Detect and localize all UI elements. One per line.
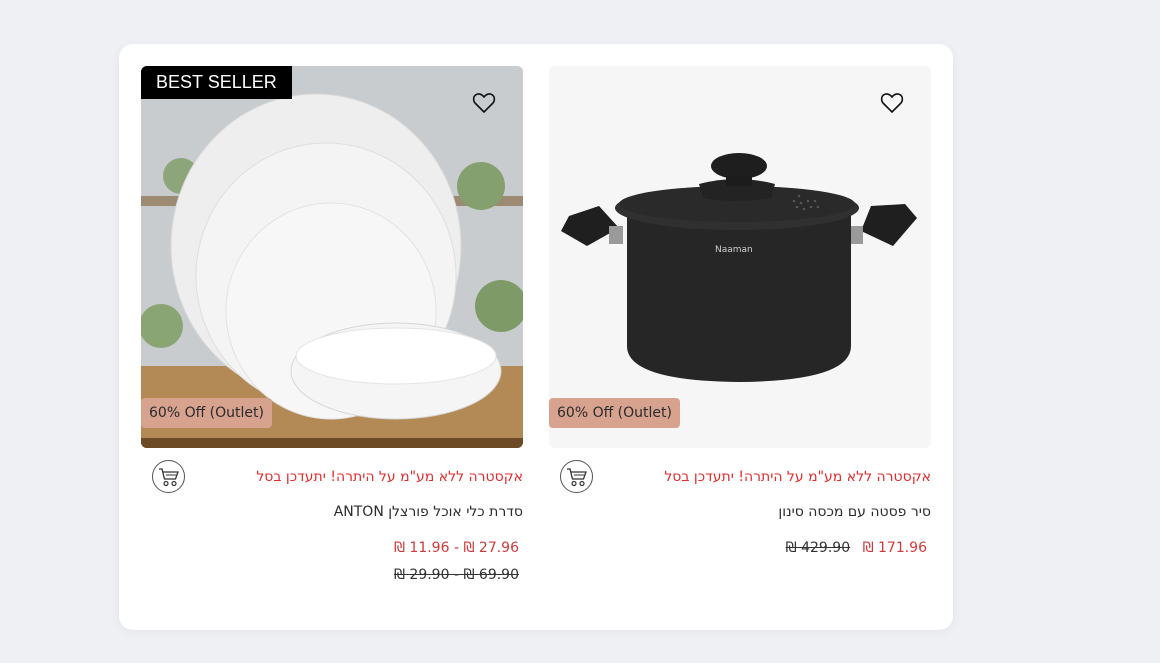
product-image-pot[interactable]: Naaman 60% Off (Outlet): [549, 66, 931, 448]
product-title[interactable]: סדרת כלי אוכל פורצלן ANTON: [334, 504, 523, 520]
brand-mark: Naaman: [715, 245, 753, 255]
add-to-cart-button[interactable]: [560, 460, 593, 493]
sale-price: 171.96 ₪: [862, 540, 927, 556]
product-title[interactable]: סיר פסטה עם מכסה סינון: [778, 504, 931, 520]
product-info: אקסטרה ללא מע"מ על היתרה! יתעדכן בסל סדר…: [141, 448, 523, 598]
promo-text: אקסטרה ללא מע"מ על היתרה! יתעדכן בסל: [256, 469, 523, 485]
product-carousel-card: BEST SELLER 60% Off (Outlet) אקסטרה ללא …: [119, 44, 953, 630]
old-price: 429.90 ₪: [785, 540, 851, 556]
shopping-cart-icon: [567, 468, 587, 487]
product-card-pasta-pot[interactable]: Naaman 60% Off (Outlet) אקסטרה ללא מע"מ …: [549, 66, 931, 598]
heart-icon[interactable]: [880, 92, 904, 114]
discount-badge: 60% Off (Outlet): [141, 398, 272, 428]
product-info: אקסטרה ללא מע"מ על היתרה! יתעדכן בסל סיר…: [549, 448, 931, 598]
price-row: 171.96 ₪ 429.90 ₪: [786, 540, 927, 556]
plates-image: [141, 66, 523, 448]
sale-price-range: 27.96 ₪ - 11.96 ₪: [393, 540, 519, 556]
pot-image: Naaman: [561, 153, 917, 382]
promo-text: אקסטרה ללא מע"מ על היתרה! יתעדכן בסל: [664, 469, 931, 485]
add-to-cart-button[interactable]: [152, 460, 185, 493]
discount-badge: 60% Off (Outlet): [549, 398, 680, 428]
shopping-cart-icon: [159, 468, 179, 487]
product-card-anton-dinnerware[interactable]: BEST SELLER 60% Off (Outlet) אקסטרה ללא …: [141, 66, 523, 598]
heart-icon[interactable]: [472, 92, 496, 114]
sale-price: 27.96 ₪ - 11.96 ₪: [394, 540, 519, 556]
product-image-plates[interactable]: BEST SELLER 60% Off (Outlet): [141, 66, 523, 448]
best-seller-badge: BEST SELLER: [141, 66, 292, 99]
old-price-range: 69.90 ₪ - 29.90 ₪: [393, 567, 519, 583]
